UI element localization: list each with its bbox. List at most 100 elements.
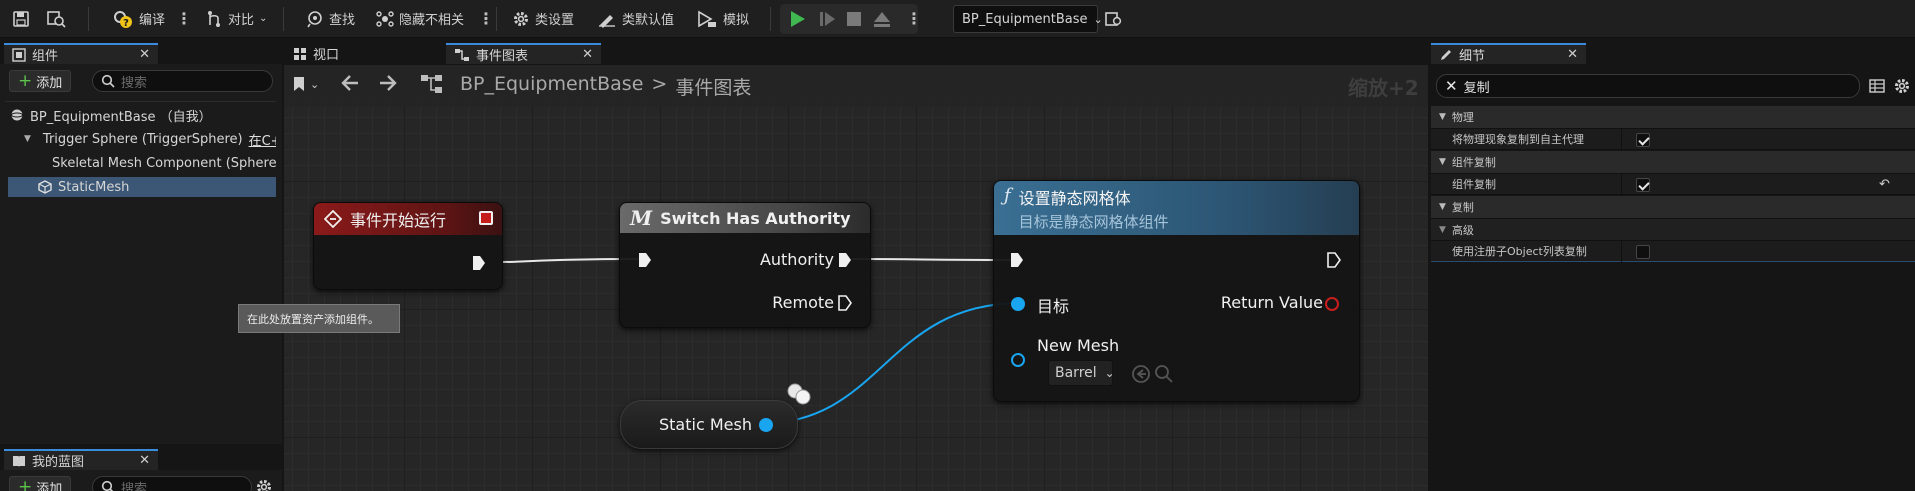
return-value-pin[interactable] — [1325, 297, 1339, 311]
close-icon[interactable]: ✕ — [1567, 47, 1578, 62]
exec-out-authority-pin[interactable] — [838, 252, 852, 268]
close-icon[interactable]: ✕ — [139, 453, 150, 468]
tree-item-trigger-sphere[interactable]: ▼ Trigger Sphere (TriggerSphere) 在C+ — [24, 129, 276, 149]
browse-asset-icon — [47, 10, 66, 28]
use-selected-asset-icon[interactable] — [1131, 364, 1151, 388]
node-title: 设置静态网格体 — [1018, 189, 1131, 208]
node-event-begin-play[interactable]: 事件开始运行 — [313, 202, 503, 290]
eject-icon — [874, 11, 890, 27]
property-use-registered-subobject-list: 使用注册子Object列表复制 — [1431, 240, 1915, 263]
add-member-label: 添加 — [36, 481, 63, 491]
play-options-button[interactable]: ⋮ — [906, 0, 922, 37]
node-switch-has-authority[interactable]: M Switch Has Authority Authority Remote — [619, 202, 871, 328]
tab-my-blueprint[interactable]: 我的蓝图 ✕ — [4, 449, 158, 470]
property-use-registered-subobject-list-label: 使用注册子Object列表复制 — [1452, 245, 1587, 258]
delegate-pin-icon[interactable] — [479, 211, 493, 225]
debug-object-value: BP_EquipmentBase — [962, 11, 1088, 27]
plus-icon: + — [18, 70, 33, 91]
event-diamond-icon — [324, 210, 342, 228]
debug-filter-button[interactable] — [1104, 0, 1122, 37]
browse-asset-search-icon[interactable] — [1154, 364, 1174, 388]
expand-arrow-icon[interactable]: ▼ — [24, 134, 31, 144]
class-settings-button[interactable]: 类设置 — [512, 0, 574, 37]
tree-item-skeletal-mesh[interactable]: Skeletal Mesh Component (Sphere) — [46, 153, 276, 173]
step-button[interactable] — [818, 0, 836, 37]
category-advanced[interactable]: ▼ 高级 — [1431, 218, 1915, 240]
add-member-button[interactable]: + 添加 — [9, 476, 72, 491]
pin-target-label: 目标 — [1037, 297, 1070, 316]
chevron-down-icon: ⌄ — [310, 77, 320, 91]
tab-viewport[interactable]: 视口 — [285, 43, 440, 64]
diff-label: 对比 — [228, 13, 255, 28]
debug-object-select[interactable]: BP_EquipmentBase ⌄ — [953, 5, 1103, 33]
replicate-physics-checkbox[interactable] — [1636, 133, 1650, 147]
category-replication[interactable]: ▼ 复制 — [1431, 196, 1915, 218]
step-icon — [820, 11, 835, 26]
exec-out-pin[interactable] — [1327, 252, 1341, 268]
bookmark-button[interactable]: ⌄ — [292, 76, 319, 92]
category-physics-label: 物理 — [1451, 111, 1474, 124]
play-button[interactable] — [788, 0, 806, 37]
close-icon[interactable]: ✕ — [139, 47, 150, 62]
class-defaults-button[interactable]: 类默认值 — [597, 0, 674, 37]
add-component-button[interactable]: + 添加 — [9, 70, 72, 92]
tab-components[interactable]: 组件 ✕ — [4, 43, 158, 64]
close-icon[interactable]: ✕ — [582, 47, 593, 62]
compile-options-button[interactable]: ⋮ — [176, 0, 192, 37]
components-search-input[interactable]: 搜索 — [92, 70, 273, 92]
chevron-down-icon: ⌄ — [1104, 366, 1115, 380]
save-icon — [13, 10, 29, 27]
node-header: 事件开始运行 — [314, 203, 502, 235]
node-title: 事件开始运行 — [350, 211, 447, 230]
gear-icon[interactable] — [1893, 77, 1911, 99]
gear-icon[interactable] — [255, 478, 273, 491]
mesh-asset-value: Barrel — [1055, 365, 1097, 381]
exec-out-remote-pin[interactable] — [838, 295, 852, 311]
exec-in-pin[interactable] — [1010, 252, 1024, 268]
exec-in-pin[interactable] — [638, 252, 652, 268]
breadcrumb-root[interactable]: BP_EquipmentBase — [460, 73, 643, 100]
my-blueprint-search-input[interactable]: 搜索 — [92, 476, 252, 491]
components-icon — [12, 47, 26, 62]
graph-options-button[interactable]: ⋮ — [478, 0, 494, 37]
property-matrix-icon[interactable] — [1869, 78, 1885, 98]
browse-button[interactable] — [46, 0, 66, 37]
exec-out-pin[interactable] — [472, 255, 486, 271]
node-static-mesh-variable[interactable]: Static Mesh — [620, 400, 798, 449]
node-title: Static Mesh — [659, 415, 752, 434]
static-mesh-output-pin[interactable] — [759, 418, 773, 432]
my-blueprint-search-placeholder: 搜索 — [121, 481, 148, 491]
details-search-input[interactable]: ✕ 复制 — [1436, 74, 1860, 98]
bookmark-icon — [294, 77, 304, 91]
mesh-asset-select[interactable]: Barrel ⌄ — [1048, 360, 1115, 386]
hide-unrelated-button[interactable]: 隐藏不相关 — [376, 0, 464, 37]
clear-search-icon[interactable]: ✕ — [1445, 77, 1458, 95]
node-set-static-mesh[interactable]: ƒ 设置静态网格体 目标是静态网格体组件 目标 Return Value New… — [993, 180, 1360, 402]
node-header: M Switch Has Authority — [620, 203, 870, 233]
new-mesh-pin[interactable] — [1011, 353, 1025, 367]
use-registered-subobject-list-checkbox[interactable] — [1636, 245, 1650, 259]
chevron-down-icon: ⌄ — [259, 13, 268, 24]
category-physics[interactable]: ▼ 物理 — [1431, 106, 1915, 128]
simulate-button[interactable]: 模拟 — [696, 0, 749, 37]
property-component-replicates-label: 组件复制 — [1452, 178, 1496, 191]
add-component-label: 添加 — [36, 75, 63, 91]
eject-button[interactable] — [873, 0, 891, 37]
category-component-replication[interactable]: ▼ 组件复制 — [1431, 151, 1915, 173]
native-component-link[interactable]: 在C+ — [249, 130, 276, 149]
tab-details[interactable]: 细节 ✕ — [1431, 43, 1586, 64]
forward-arrow-icon[interactable] — [378, 74, 398, 96]
diff-button[interactable]: 对比 ⌄ — [205, 0, 267, 37]
find-button[interactable]: 查找 — [306, 0, 355, 37]
simulate-label: 模拟 — [723, 13, 750, 28]
compile-button[interactable]: ? 编译 — [112, 0, 165, 37]
stop-button[interactable] — [846, 0, 862, 37]
target-pin[interactable] — [1011, 297, 1025, 311]
component-replicates-checkbox[interactable] — [1636, 178, 1650, 192]
tree-item-static-mesh[interactable]: StaticMesh — [8, 177, 276, 197]
tab-event-graph[interactable]: 事件图表 ✕ — [446, 43, 601, 64]
reset-to-default-icon[interactable]: ↶ — [1879, 177, 1890, 192]
tree-item-self[interactable]: BP_EquipmentBase （自我） — [10, 105, 276, 125]
save-button[interactable] — [12, 0, 30, 37]
back-arrow-icon[interactable] — [340, 74, 360, 96]
